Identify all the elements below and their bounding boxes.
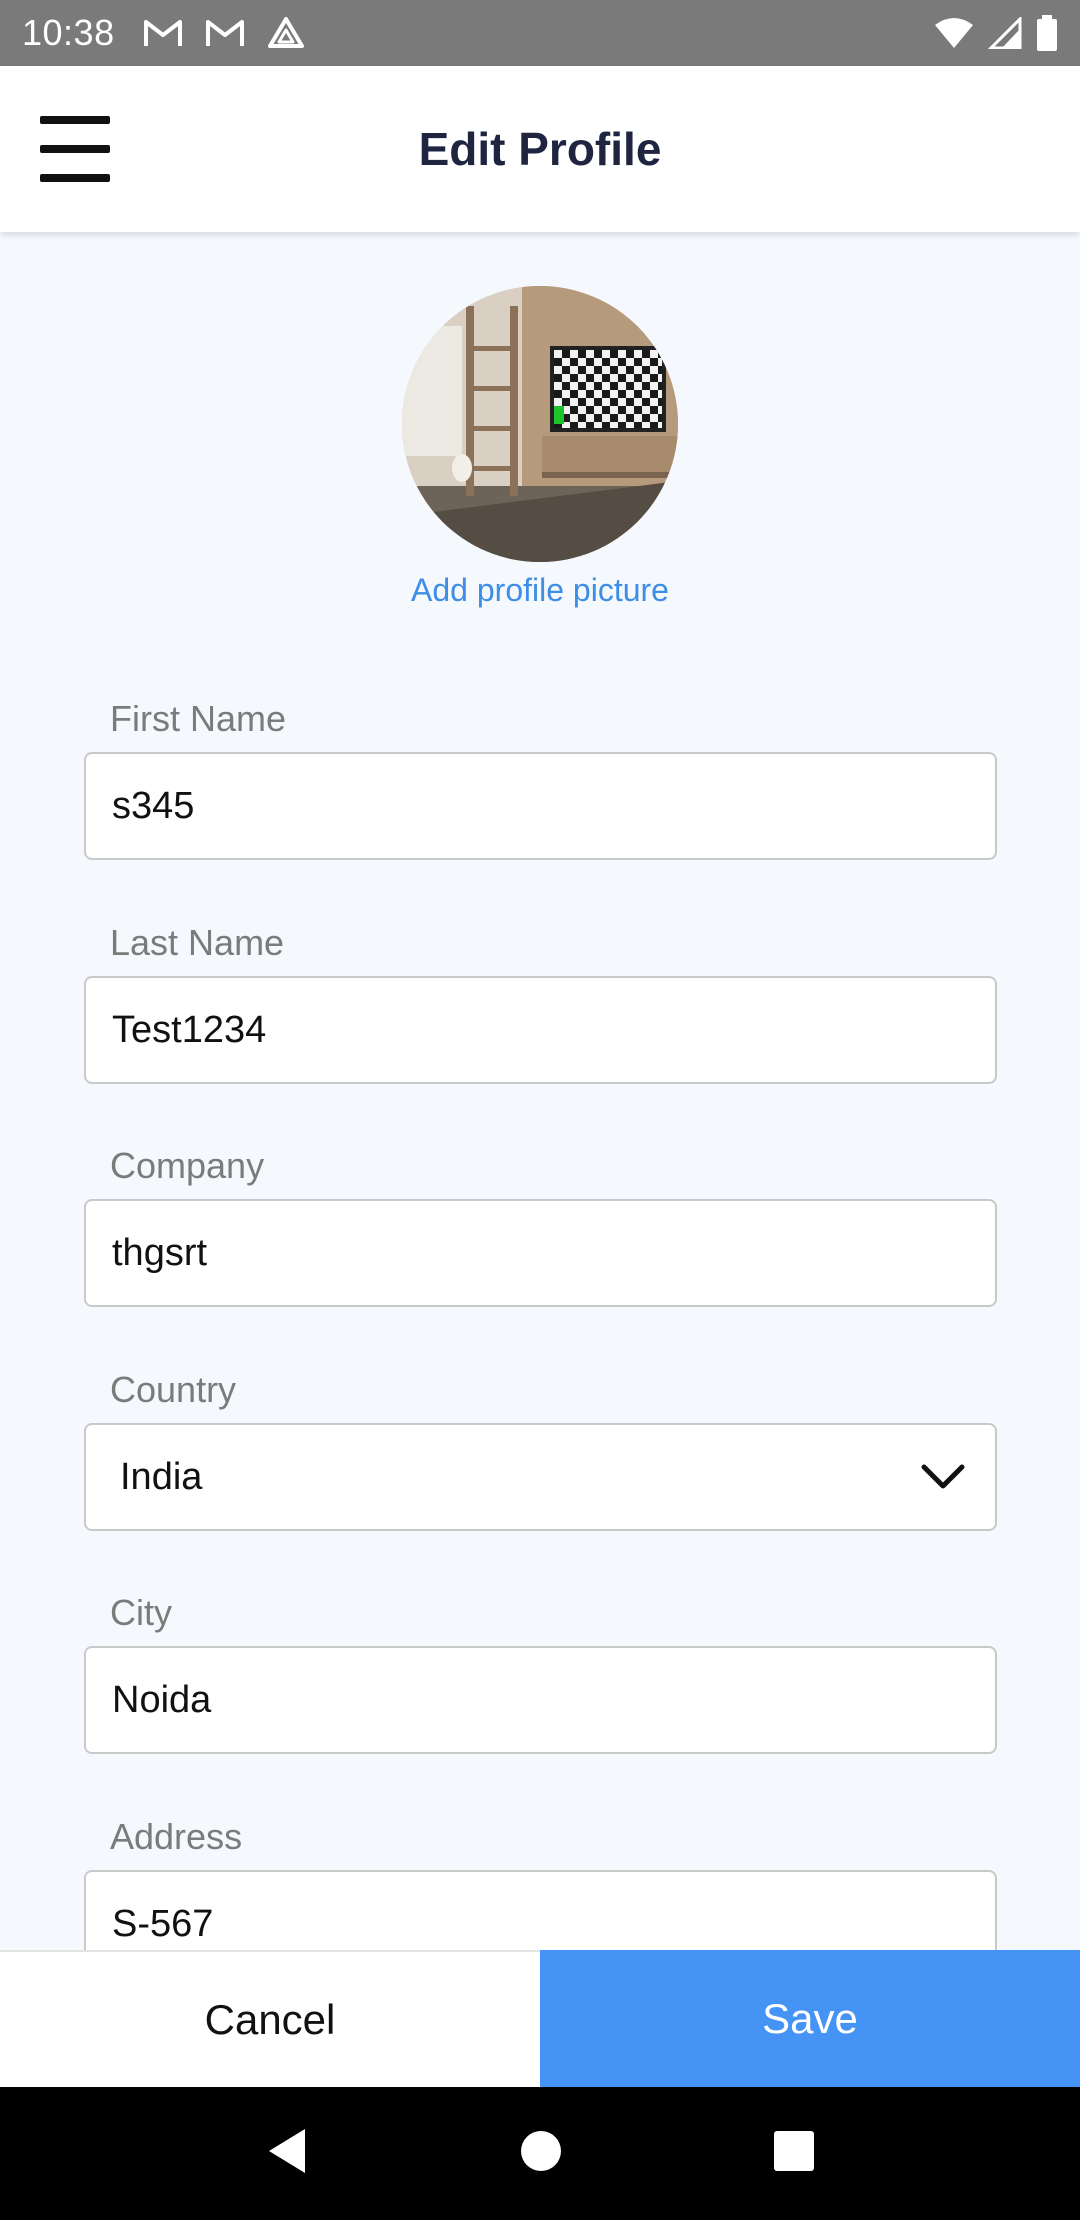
address-value: S-567 [112,1902,214,1945]
battery-icon [1037,15,1057,51]
city-label: City [110,1592,172,1633]
address-label: Address [110,1816,243,1857]
chevron-down-icon [921,1464,965,1489]
country-value: India [120,1455,203,1498]
address-field[interactable]: S-567 [84,1870,997,1950]
city-field[interactable]: Noida [84,1646,997,1754]
last-name-label: Last Name [110,922,285,963]
cancel-button[interactable]: Cancel [0,1950,540,2087]
system-nav-bar [0,2087,1080,2220]
screen: 10:38 Edit Profile Add profile picture F… [0,0,1080,2220]
company-value: thgsrt [112,1231,208,1274]
profile-picture-image [402,286,678,562]
notification-icons [143,16,305,50]
first-name-value: s345 [112,784,195,827]
status-right [934,15,1058,51]
app-bar: Edit Profile [0,66,1080,232]
country-select[interactable]: India [84,1423,997,1531]
city-value: Noida [112,1678,212,1721]
profile-picture[interactable] [402,286,678,562]
gmail-icon [143,20,182,46]
action-bar: Cancel Save [0,1950,1080,2087]
add-profile-picture-link[interactable]: Add profile picture [0,572,1080,609]
profile-form: Add profile picture First Name s345 Last… [0,232,1080,1950]
recents-icon[interactable] [773,2130,815,2177]
last-name-value: Test1234 [112,1008,267,1051]
status-time: 10:38 [22,12,115,53]
company-label: Company [110,1145,265,1186]
first-name-label: First Name [110,698,287,739]
company-field[interactable]: thgsrt [84,1199,997,1307]
country-label: Country [110,1369,237,1410]
hamburger-menu-icon[interactable] [40,116,110,182]
last-name-field[interactable]: Test1234 [84,976,997,1084]
gmail-icon [205,20,244,46]
back-icon[interactable] [265,2127,309,2180]
signal-icon [988,17,1022,49]
wifi-icon [935,18,973,48]
drive-icon [267,17,304,48]
first-name-field[interactable]: s345 [84,752,997,860]
home-icon[interactable] [519,2129,563,2178]
save-button[interactable]: Save [540,1950,1080,2087]
status-bar: 10:38 [0,0,1080,66]
page-title: Edit Profile [418,123,662,175]
